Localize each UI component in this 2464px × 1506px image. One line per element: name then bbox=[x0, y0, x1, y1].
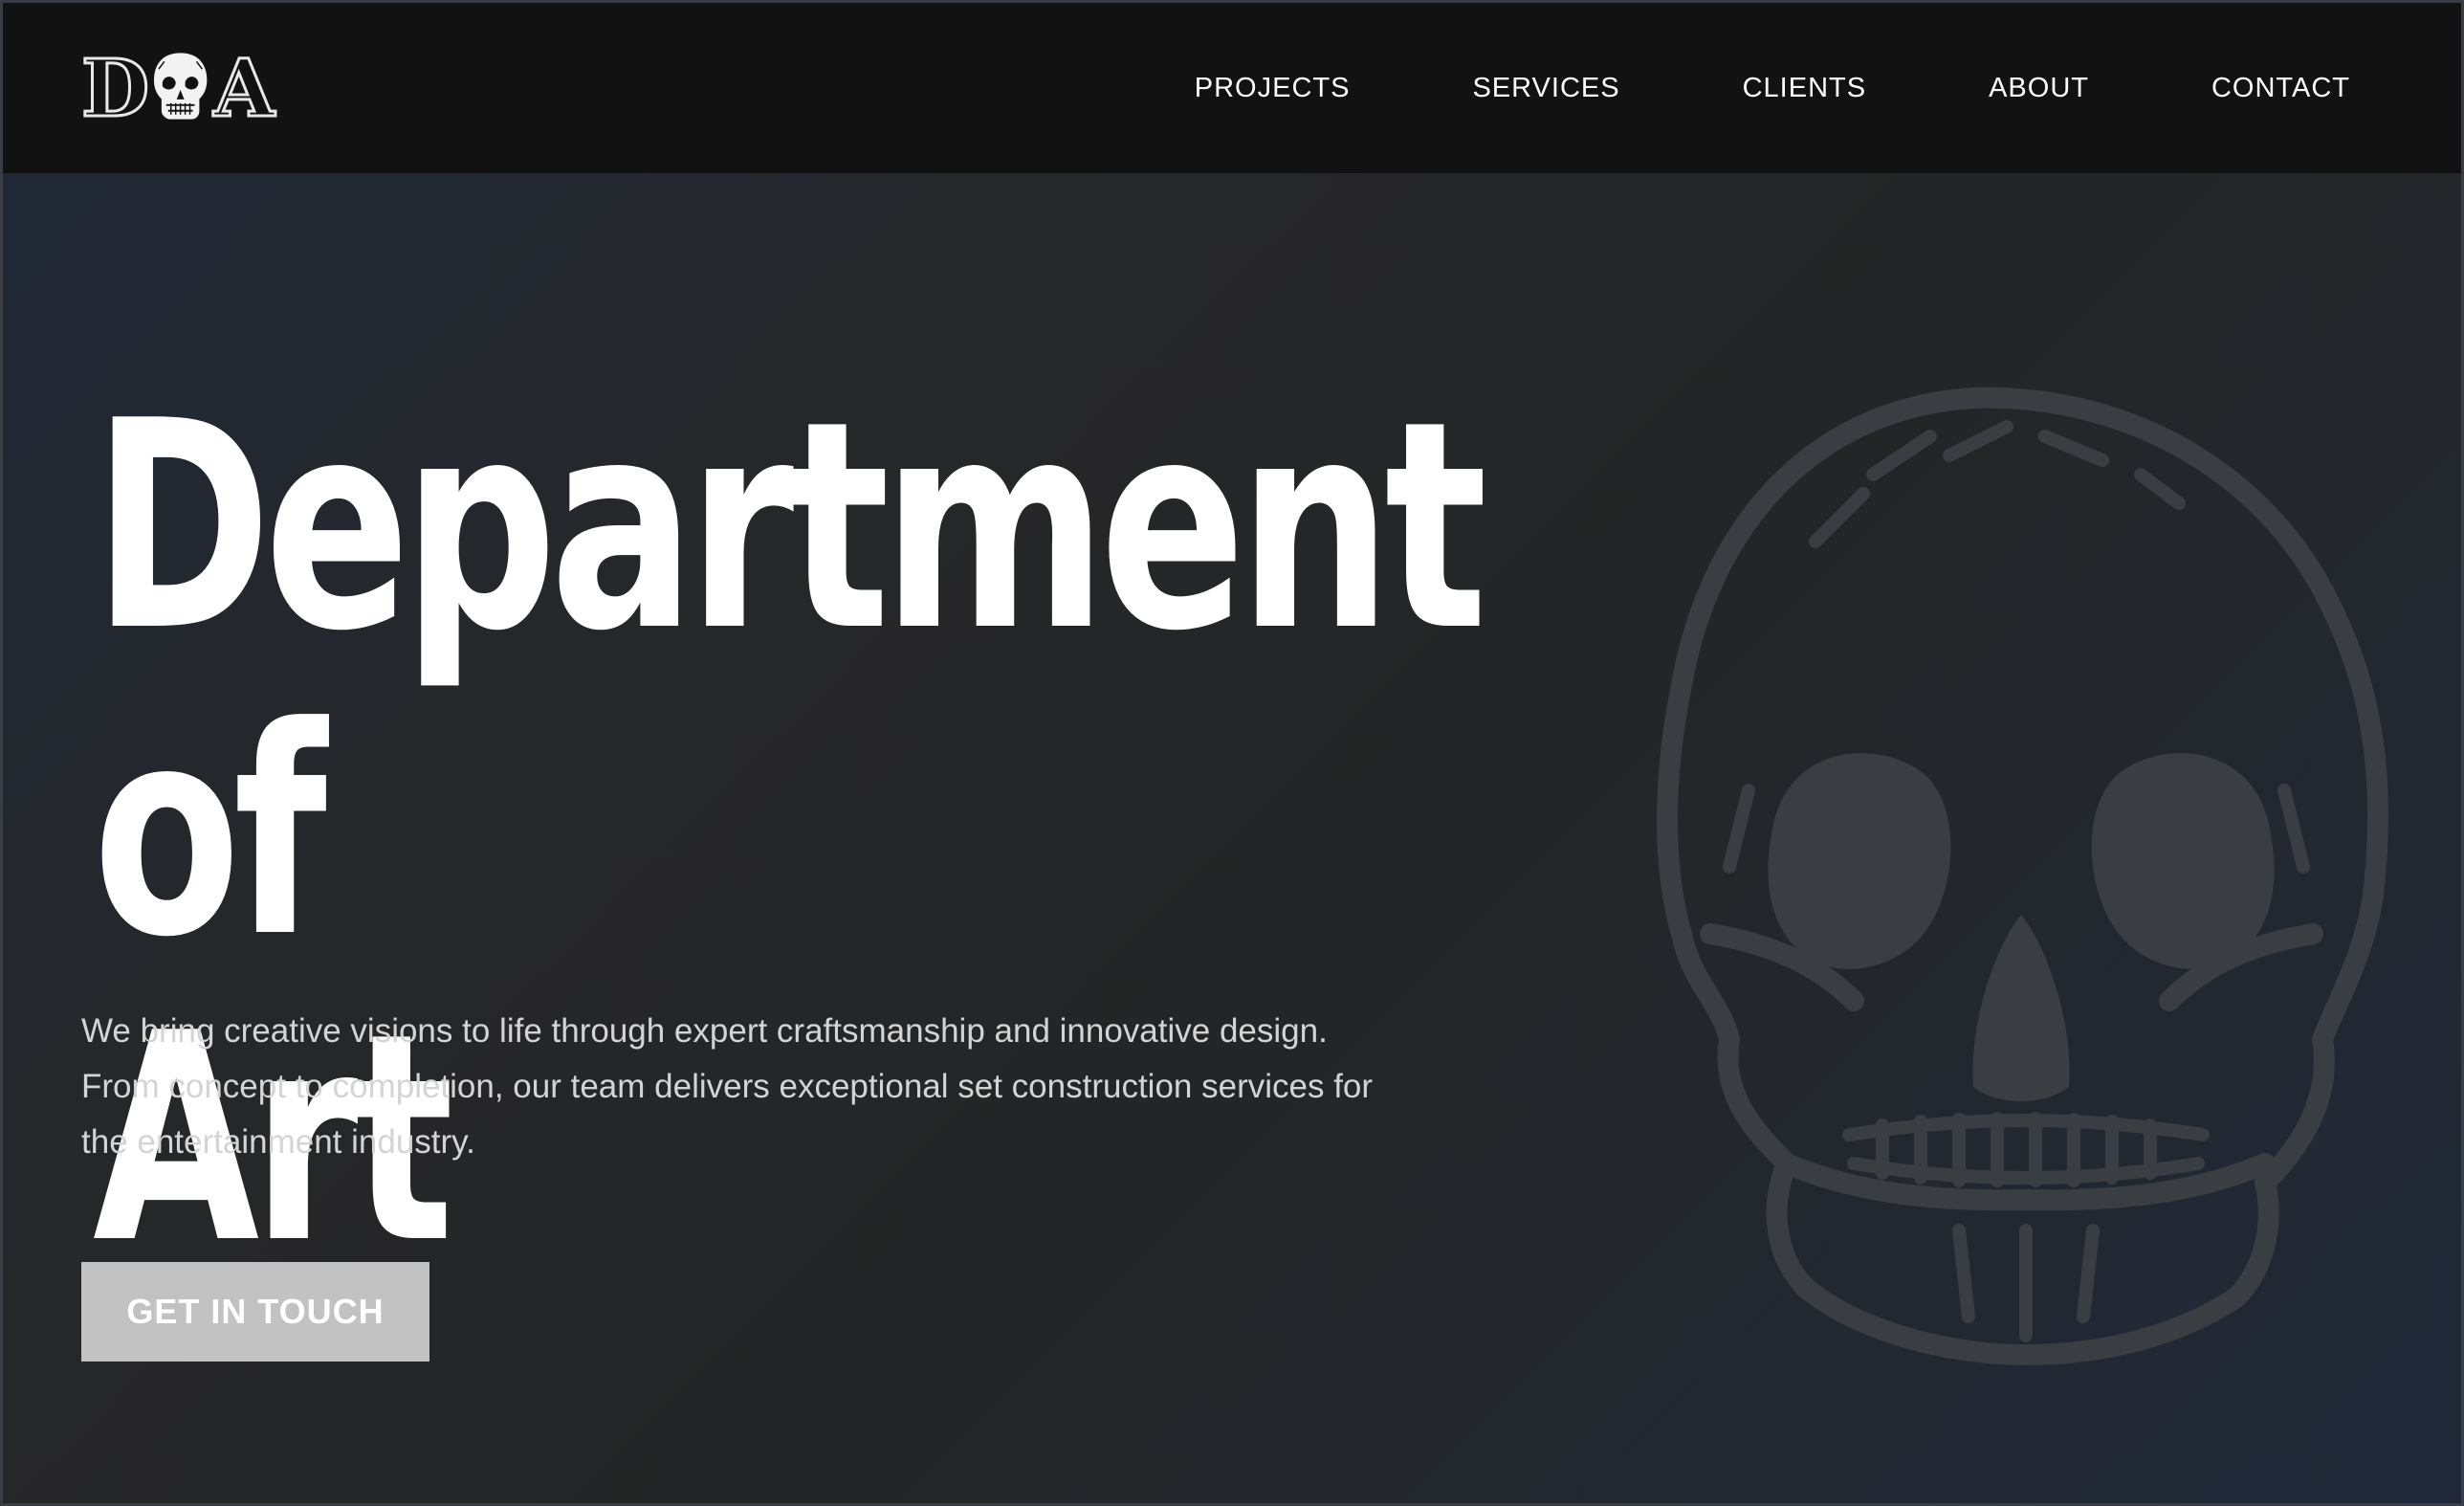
navbar: D A PROJECTS SERVICES CLIENTS ABOUT CONT… bbox=[3, 3, 2461, 173]
nav-link-clients[interactable]: CLIENTS bbox=[1743, 73, 1866, 104]
skull-icon bbox=[1657, 387, 2388, 1365]
hero-title-line-1: Department of bbox=[93, 360, 1487, 1000]
hero-section: Department of Art We bring creative visi… bbox=[3, 173, 2461, 1503]
main-navigation: PROJECTS SERVICES CLIENTS ABOUT CONTACT bbox=[1195, 3, 2350, 173]
get-in-touch-button[interactable]: GET IN TOUCH bbox=[81, 1262, 429, 1362]
browser-viewport: D A PROJECTS SERVICES CLIENTS ABOUT CONT… bbox=[0, 0, 2464, 1506]
nav-link-about[interactable]: ABOUT bbox=[1989, 73, 2089, 104]
hero-description: We bring creative visions to life throug… bbox=[81, 1012, 1374, 1161]
site-logo[interactable]: D A bbox=[79, 43, 276, 135]
logo-letter-a: A bbox=[212, 43, 276, 135]
nav-link-contact[interactable]: CONTACT bbox=[2211, 73, 2350, 104]
nav-link-projects[interactable]: PROJECTS bbox=[1195, 73, 1351, 104]
logo-letter-d: D bbox=[79, 43, 150, 135]
skull-logo-icon bbox=[152, 51, 209, 122]
nav-link-services[interactable]: SERVICES bbox=[1472, 73, 1619, 104]
